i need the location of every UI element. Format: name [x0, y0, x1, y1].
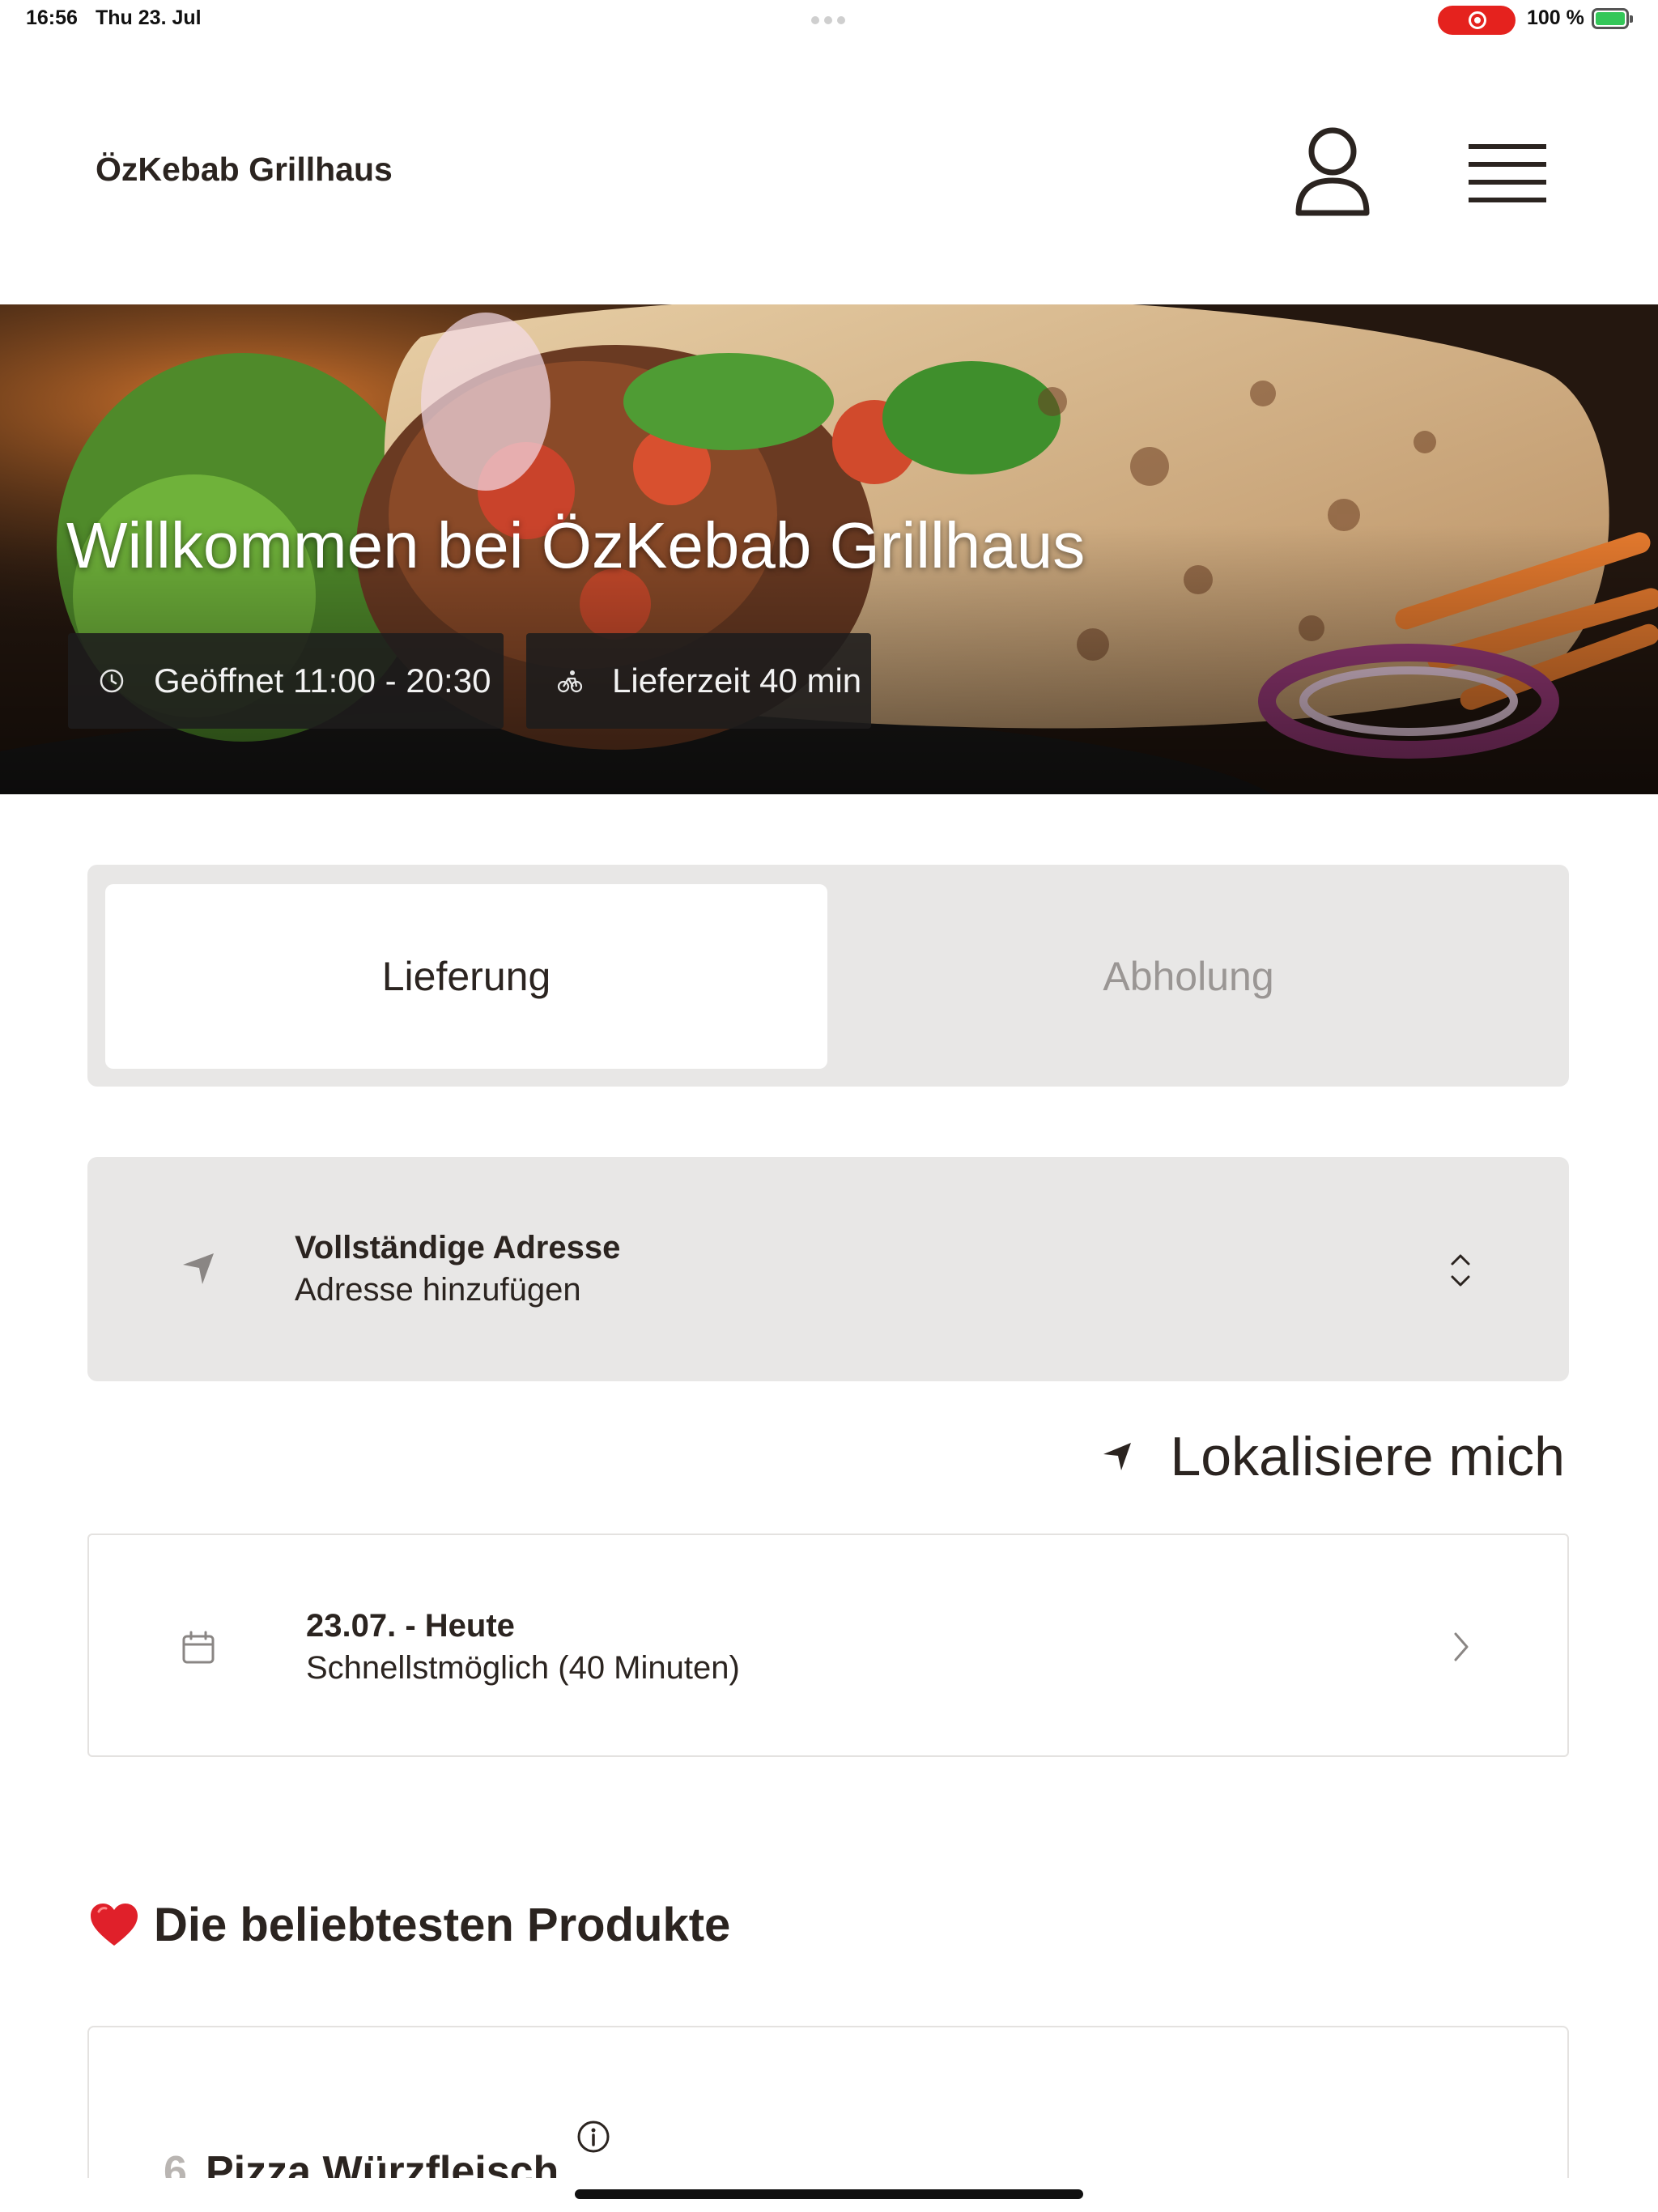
- opening-hours-text: Geöffnet 11:00 - 20:30: [154, 661, 491, 700]
- home-indicator[interactable]: [575, 2189, 1083, 2199]
- delivery-time-badge: Lieferzeit 40 min: [526, 633, 871, 729]
- battery-icon: [1592, 8, 1633, 29]
- clock-icon: [100, 669, 124, 693]
- battery-percentage: 100 %: [1527, 6, 1584, 29]
- delivery-time-text: Lieferzeit 40 min: [612, 661, 862, 700]
- multitasking-dots-icon[interactable]: [811, 16, 845, 24]
- popular-products-heading: Die beliebtesten Produkte: [89, 1898, 730, 1952]
- screen-recording-icon: [1438, 6, 1516, 35]
- brand-name[interactable]: ÖzKebab Grillhaus: [96, 151, 393, 189]
- address-title: Vollständige Adresse: [295, 1230, 621, 1266]
- popular-products-title: Die beliebtesten Produkte: [154, 1899, 731, 1951]
- locate-me-label: Lokalisiere mich: [1170, 1426, 1565, 1487]
- calendar-icon: [182, 1631, 215, 1664]
- navigation-arrow-icon: [183, 1253, 214, 1284]
- bicycle-icon: [557, 670, 583, 693]
- tab-pickup[interactable]: Abholung: [827, 884, 1550, 1069]
- address-selector[interactable]: Vollständige Adresse Adresse hinzufügen: [87, 1157, 1569, 1381]
- status-bar: 16:56 Thu 23. Jul 100 %: [0, 0, 1658, 39]
- location-arrow-icon: [1103, 1443, 1132, 1470]
- address-subtitle: Adresse hinzufügen: [295, 1272, 581, 1308]
- user-icon[interactable]: [1294, 124, 1371, 221]
- opening-hours-badge: Geöffnet 11:00 - 20:30: [68, 633, 504, 729]
- heart-icon: [91, 1903, 138, 1946]
- order-mode-toggle: Lieferung Abholung: [87, 865, 1569, 1087]
- status-time: 16:56: [26, 6, 78, 29]
- date-title: 23.07. - Heute: [306, 1608, 515, 1644]
- hero-title: Willkommen bei ÖzKebab Grillhaus: [66, 509, 1086, 581]
- chevron-up-down-icon: [1451, 1254, 1470, 1287]
- info-icon[interactable]: [576, 2120, 610, 2154]
- locate-me-button[interactable]: Lokalisiere mich: [1102, 1425, 1565, 1488]
- hamburger-menu-icon[interactable]: [1462, 136, 1551, 217]
- status-date: Thu 23. Jul: [96, 6, 202, 29]
- delivery-time-selector[interactable]: 23.07. - Heute Schnellstmöglich (40 Minu…: [87, 1534, 1569, 1757]
- chevron-right-icon: [1454, 1632, 1469, 1661]
- hero-banner: Willkommen bei ÖzKebab Grillhaus Geöffne…: [0, 304, 1658, 794]
- date-subtitle: Schnellstmöglich (40 Minuten): [306, 1650, 740, 1686]
- tab-delivery[interactable]: Lieferung: [105, 884, 827, 1069]
- site-header: ÖzKebab Grillhaus: [0, 39, 1658, 304]
